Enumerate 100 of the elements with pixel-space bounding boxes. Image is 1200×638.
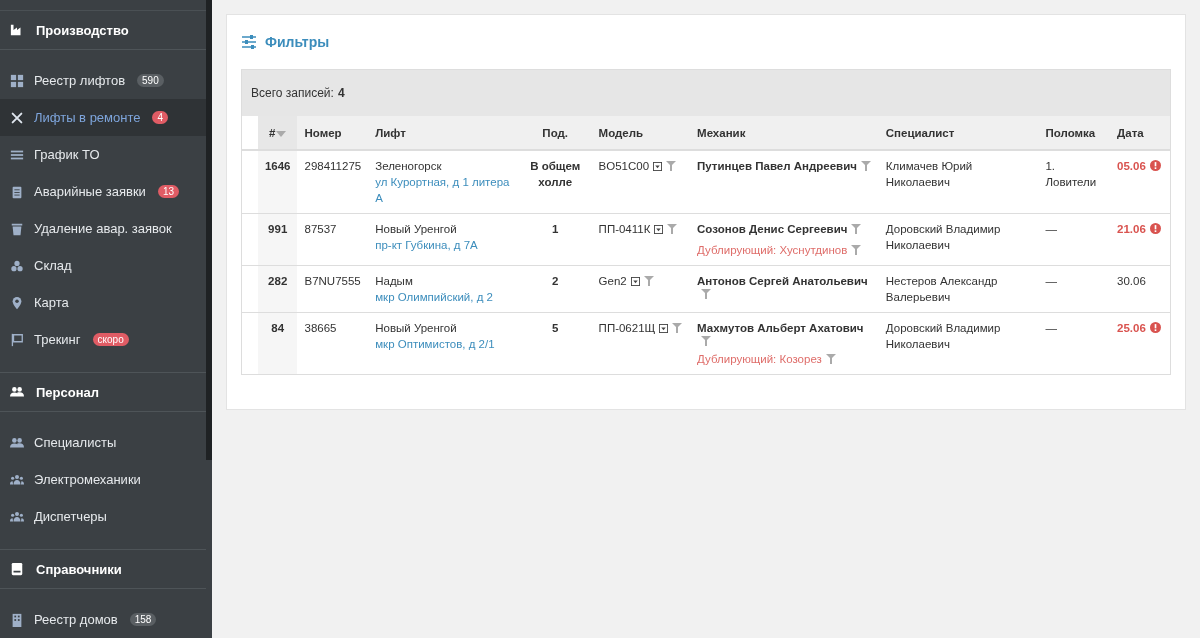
model-text: ПП-0621Щ [598, 322, 656, 334]
total-count: 4 [337, 86, 345, 100]
column-header[interactable]: Специалист [878, 116, 1039, 150]
sidebar-item[interactable]: Диспетчеры [0, 498, 206, 535]
duplicate-text: Дублирующий: Хуснутдинов [697, 244, 848, 256]
table-cell: 1. Ловители [1038, 150, 1111, 214]
section-title: Производство [36, 22, 129, 38]
count-badge: 590 [137, 74, 164, 87]
table-cell: 1 [518, 213, 592, 266]
table-cell: 2 [518, 265, 592, 313]
filter-icon[interactable] [701, 289, 712, 299]
clipboard-icon [10, 184, 24, 199]
count-badge: 4 [152, 111, 169, 124]
alert-icon [1149, 322, 1161, 333]
total-label: Всего записей: [251, 86, 334, 100]
table-cell: Доровский Владимир Николаевич [878, 213, 1039, 266]
filter-icon[interactable] [851, 224, 862, 234]
cubes-icon [10, 258, 24, 273]
table-cell: 1646 [257, 150, 298, 214]
map-pin-icon [10, 295, 24, 310]
sort-caret-icon [276, 130, 287, 137]
column-header[interactable]: Модель [591, 116, 691, 150]
table-cell: 991 [257, 213, 298, 266]
column-header[interactable]: Поломка [1038, 116, 1111, 150]
filter-icon[interactable] [825, 354, 836, 364]
building-icon [10, 612, 24, 627]
column-header[interactable]: Номер [297, 116, 369, 150]
table-cell: B7NU7555 [297, 265, 369, 313]
sidebar-item[interactable]: Карта [0, 284, 206, 321]
table-cell: В общем холле [518, 150, 592, 214]
sidebar-item[interactable]: График ТО [0, 136, 206, 173]
column-header[interactable]: # [257, 116, 298, 150]
address-link[interactable]: мкр Оптимистов, д 2/1 [375, 336, 512, 352]
table-cell: 298411275 [297, 150, 369, 214]
sidebar-item[interactable]: Специалисты [0, 424, 206, 461]
table-cell: — [1038, 312, 1111, 374]
table-cell: Климачев Юрий Николаевич [878, 150, 1039, 214]
filter-icon[interactable] [860, 161, 871, 171]
column-header[interactable]: Дата [1110, 116, 1170, 150]
count-badge: скоро [92, 333, 129, 346]
city-text: Надым [375, 274, 414, 289]
table-cell: — [1038, 213, 1111, 266]
column-header[interactable]: Под. [518, 116, 592, 150]
mechanic-name: Созонов Денис Сергеевич [697, 222, 848, 237]
model-text: ПП-0411К [598, 223, 651, 235]
sidebar-item[interactable]: Удаление авар. заявок [0, 210, 206, 247]
table-cell: Нестеров Александр Валерьевич [878, 265, 1039, 313]
users-group-icon [10, 472, 24, 487]
sidebar-item[interactable]: Реестр лифтов 590 [0, 62, 206, 99]
city-text: Новый Уренгой [375, 321, 458, 336]
address-link[interactable]: пр-кт Губкина, д 7А [375, 237, 512, 253]
expand-icon[interactable] [630, 277, 640, 286]
table-cell: 5 [518, 312, 592, 374]
table-cell: 282 [257, 265, 298, 313]
trash-icon [10, 221, 24, 236]
table-cell: — [1038, 265, 1111, 313]
sidebar-item[interactable]: Трекинг скоро [0, 321, 206, 358]
column-header[interactable]: Механик [690, 116, 879, 150]
factory-icon [10, 23, 24, 37]
mechanic-name: Антонов Сергей Анатольевич [697, 274, 868, 289]
section-title: Справочники [36, 561, 122, 577]
mechanic-name: Путинцев Павел Андреевич [697, 159, 857, 174]
model-text: BO51C00 [598, 160, 650, 172]
address-link[interactable]: ул Курортная, д 1 литера А [375, 174, 512, 206]
sidebar-item[interactable]: Электромеханики [0, 461, 206, 498]
sidebar-item[interactable]: Лифты в ремонте 4 [0, 99, 206, 136]
book-icon [10, 562, 24, 576]
city-text: Зеленогорск [375, 159, 443, 174]
filter-icon[interactable] [701, 336, 712, 346]
table-cell: 87537 [297, 213, 369, 266]
column-header[interactable]: Лифт [368, 116, 519, 150]
expand-icon[interactable] [659, 324, 669, 333]
sliders-icon[interactable] [241, 34, 257, 50]
users-icon [10, 435, 24, 450]
sidebar-item[interactable]: Склад [0, 247, 206, 284]
mechanic-name: Махмутов Альберт Ахатович [697, 321, 864, 336]
model-text: Gen2 [598, 275, 627, 287]
section-title: Персонал [36, 384, 100, 400]
table-cell: 38665 [297, 312, 369, 374]
filter-icon[interactable] [851, 245, 862, 255]
alert-icon [1149, 223, 1161, 234]
date-text: 05.06 [1117, 160, 1146, 172]
table-cell: 84 [257, 312, 298, 374]
expand-icon[interactable] [654, 225, 664, 234]
table-cell: Доровский Владимир Николаевич [878, 312, 1039, 374]
sidebar-item[interactable]: Реестр домов 158 [0, 601, 206, 638]
count-badge: 13 [157, 185, 179, 198]
city-text: Новый Уренгой [375, 222, 458, 237]
sidebar-item[interactable]: Аварийные заявки 13 [0, 173, 206, 210]
address-link[interactable]: мкр Олимпийский, д 2 [375, 289, 512, 305]
filters-link[interactable]: Фильтры [265, 34, 330, 50]
users-icon [10, 385, 24, 399]
count-badge: 158 [129, 613, 157, 626]
grid-icon [10, 73, 24, 88]
flag-icon [10, 332, 24, 347]
alert-icon [1149, 160, 1161, 171]
duplicate-text: Дублирующий: Козорез [697, 353, 822, 365]
expand-icon[interactable] [653, 162, 663, 171]
date-text: 30.06 [1117, 275, 1146, 287]
users-group-icon [10, 509, 24, 524]
